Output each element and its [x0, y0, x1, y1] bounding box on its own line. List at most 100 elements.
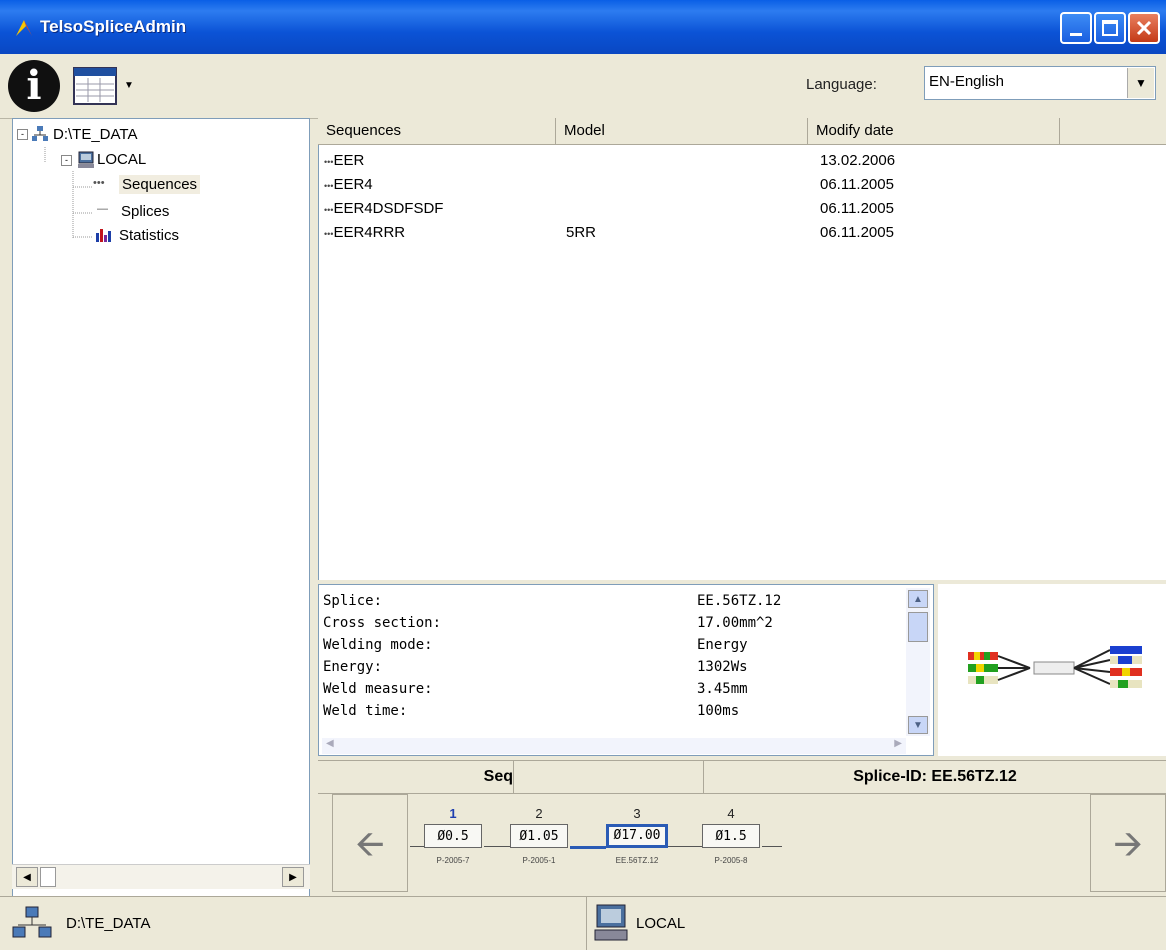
tree-item-sequences[interactable]: Sequences: [119, 175, 201, 194]
splice-diagram-icon: [968, 646, 1142, 688]
column-header-sequences[interactable]: Sequences: [318, 118, 556, 144]
window-title: TelsoSpliceAdmin: [40, 17, 187, 36]
tree-item-splices[interactable]: Splices: [121, 203, 169, 220]
info-icon[interactable]: i: [8, 60, 60, 112]
scroll-right-icon[interactable]: ▶: [894, 738, 902, 749]
status-divider: [586, 897, 587, 950]
language-value: EN-English: [929, 73, 1005, 90]
step-item[interactable]: 4 Ø1.5 P-2005-8: [696, 806, 766, 865]
collapse-toggle[interactable]: -: [61, 155, 72, 166]
sequence-bar: Seq Splice-ID: EE.56TZ.12: [318, 760, 1166, 794]
detail-label: Energy:: [323, 659, 383, 675]
status-path: D:\TE_DATA: [66, 915, 151, 932]
detail-value: 100ms: [697, 703, 740, 719]
splice-id-label: Splice-ID: EE.56TZ.12: [853, 768, 1017, 785]
column-header-model[interactable]: Model: [556, 118, 808, 144]
network-drive-icon: [32, 126, 48, 141]
maximize-button[interactable]: [1094, 12, 1126, 44]
chevron-down-icon[interactable]: ▼: [124, 80, 134, 91]
minimize-button[interactable]: [1060, 12, 1092, 44]
prev-arrow-icon[interactable]: 🡨: [332, 794, 408, 892]
splice-details: Splice: EE.56TZ.12 Cross section: 17.00m…: [318, 584, 934, 756]
scroll-left-icon[interactable]: ◀: [326, 738, 334, 749]
network-drive-icon: [12, 906, 52, 938]
detail-value: 1302Ws: [697, 659, 748, 675]
step-number: 4: [727, 806, 735, 821]
detail-label: Splice:: [323, 593, 383, 609]
date-cell: 06.11.2005: [820, 224, 894, 241]
status-location: LOCAL: [636, 915, 686, 932]
date-cell: 06.11.2005: [820, 200, 894, 217]
scroll-up-icon[interactable]: ▲: [908, 590, 928, 608]
step-id: P-2005-1: [522, 856, 556, 865]
column-header-modify-date[interactable]: Modify date: [808, 118, 1060, 144]
collapse-toggle[interactable]: -: [17, 129, 28, 140]
language-select[interactable]: EN-English ▼: [924, 66, 1156, 100]
details-horizontal-scrollbar[interactable]: ◀ ▶: [322, 738, 906, 754]
seq-spacer: [514, 761, 704, 793]
computer-icon: [594, 904, 628, 941]
detail-value: 17.00mm^2: [697, 615, 773, 631]
step-id: EE.56TZ.12: [615, 856, 659, 865]
seq-label: Seq: [318, 761, 514, 793]
detail-value: Energy: [697, 637, 748, 653]
list-item[interactable]: •••EER4: [324, 176, 373, 193]
step-value: Ø0.5: [424, 824, 482, 848]
tree-root-label[interactable]: D:\TE_DATA: [53, 126, 137, 143]
sequence-name: EER: [333, 152, 365, 169]
next-arrow-icon[interactable]: 🡪: [1090, 794, 1166, 892]
date-cell: 13.02.2006: [820, 152, 896, 169]
sequence-name: EER4RRR: [333, 224, 406, 241]
status-bar: D:\TE_DATA LOCAL: [0, 896, 1166, 950]
connector-line: [762, 846, 782, 847]
sequence-name: EER4: [333, 176, 373, 193]
list-item[interactable]: •••EER4DSDFSDF: [324, 200, 443, 217]
close-icon: [1136, 20, 1152, 36]
table-view-icon[interactable]: [72, 66, 118, 106]
list-item[interactable]: •••EER4RRR: [324, 224, 405, 241]
step-item[interactable]: 1 Ø0.5 P-2005-7: [418, 806, 488, 865]
tree-horizontal-scrollbar[interactable]: ◀ ▶: [12, 864, 310, 889]
language-label: Language:: [806, 76, 877, 93]
step-navigator: 🡨 🡪 1 Ø0.5 P-2005-7 2 Ø1.05 P-2005-1 3 Ø…: [318, 794, 1166, 894]
close-button[interactable]: [1128, 12, 1160, 44]
detail-value: 3.45mm: [697, 681, 748, 697]
step-number: 2: [535, 806, 543, 821]
details-vertical-scrollbar[interactable]: ▲ ▼: [906, 588, 930, 736]
step-value: Ø17.00: [606, 824, 668, 848]
step-id: P-2005-7: [436, 856, 470, 865]
model-cell: 5RR: [566, 224, 597, 241]
splice-preview: [938, 584, 1166, 756]
step-value: Ø1.05: [510, 824, 568, 848]
detail-label: Weld measure:: [323, 681, 433, 697]
step-number: 1: [449, 806, 457, 821]
tree-item-statistics[interactable]: Statistics: [119, 227, 179, 244]
scroll-thumb[interactable]: [908, 612, 928, 642]
detail-label: Weld time:: [323, 703, 408, 719]
detail-value: EE.56TZ.12: [697, 593, 782, 609]
sequence-icon: •••: [93, 177, 105, 189]
statistics-icon: [96, 229, 111, 242]
scroll-down-icon[interactable]: ▼: [908, 716, 928, 734]
date-cell: 06.11.2005: [820, 176, 894, 193]
sequence-name: EER4DSDFSDF: [333, 200, 444, 217]
list-header: Sequences Model Modify date: [318, 118, 1166, 145]
detail-label: Welding mode:: [323, 637, 433, 653]
scroll-thumb[interactable]: [40, 867, 56, 887]
step-item-active[interactable]: 3 Ø17.00 EE.56TZ.12: [600, 806, 674, 865]
step-item[interactable]: 2 Ø1.05 P-2005-1: [504, 806, 574, 865]
scroll-left-icon[interactable]: ◀: [16, 867, 38, 887]
tree-panel[interactable]: - D:\TE_DATA - LOCAL ••• Sequences — Spl…: [12, 118, 310, 902]
splice-icon: —: [97, 203, 108, 215]
step-id: P-2005-8: [714, 856, 748, 865]
scroll-right-icon[interactable]: ▶: [282, 867, 304, 887]
tree-local-label[interactable]: LOCAL: [97, 151, 146, 168]
chevron-down-icon[interactable]: ▼: [1127, 68, 1154, 98]
computer-icon: [78, 151, 94, 168]
list-item[interactable]: •••EER: [324, 152, 364, 169]
detail-label: Cross section:: [323, 615, 442, 631]
sequence-list[interactable]: [318, 118, 1166, 580]
step-value: Ø1.5: [702, 824, 760, 848]
title-bar[interactable]: TelsoSpliceAdmin: [0, 0, 1166, 54]
step-number: 3: [633, 806, 641, 821]
